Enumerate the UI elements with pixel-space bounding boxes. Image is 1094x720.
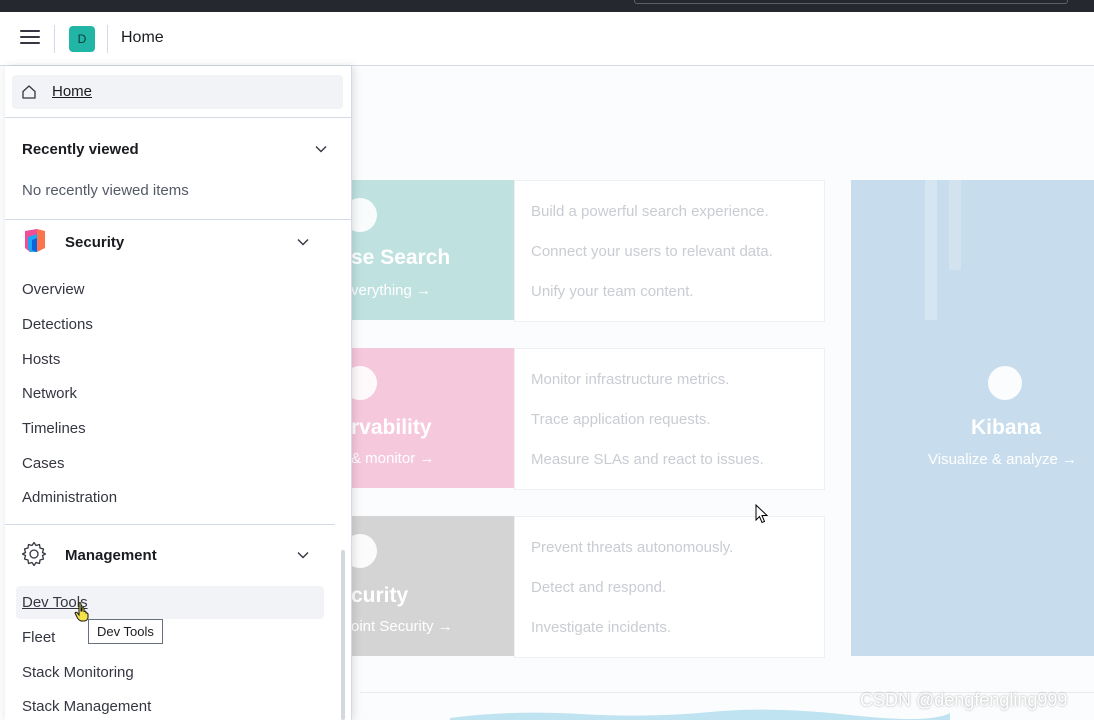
enterprise-search-card-image[interactable]: se Search verything → bbox=[343, 180, 514, 320]
nav-item-detections[interactable]: Detections bbox=[22, 316, 93, 333]
breadcrumb-home: Home bbox=[121, 29, 164, 46]
security-card-body: Prevent threats autonomously. Detect and… bbox=[514, 516, 825, 658]
card-description-line: Unify your team content. bbox=[531, 283, 694, 300]
observability-card-image[interactable]: rvability & monitor → bbox=[343, 348, 514, 488]
hamburger-line bbox=[20, 42, 40, 44]
space-avatar[interactable]: D bbox=[69, 26, 95, 52]
hamburger-line bbox=[20, 36, 40, 38]
card-description-line: Detect and respond. bbox=[531, 579, 667, 596]
chevron-down-icon[interactable] bbox=[314, 142, 328, 156]
nav-home-label[interactable]: Home bbox=[52, 83, 92, 100]
recently-viewed-empty-text: No recently viewed items bbox=[22, 182, 189, 199]
navigation-flyout: Home Recently viewed No recently viewed … bbox=[5, 66, 352, 720]
security-link[interactable]: oint Security → bbox=[351, 618, 453, 635]
card-description-line: Connect your users to relevant data. bbox=[531, 243, 773, 260]
security-section-title: Security bbox=[65, 234, 125, 251]
nav-divider bbox=[5, 219, 351, 220]
app-header: D Home bbox=[0, 12, 1094, 66]
card-description-line: Build a powerful search experience. bbox=[531, 203, 769, 220]
security-app-icon bbox=[25, 229, 45, 252]
nav-item-network[interactable]: Network bbox=[22, 385, 77, 402]
chevron-down-icon[interactable] bbox=[296, 548, 310, 562]
kibana-link[interactable]: Visualize & analyze → bbox=[928, 451, 1077, 468]
kibana-card-decoration bbox=[949, 180, 961, 270]
dev-tools-tooltip: Dev Tools bbox=[88, 619, 163, 644]
nav-item-stack-management[interactable]: Stack Management bbox=[22, 698, 151, 715]
nav-item-overview[interactable]: Overview bbox=[22, 281, 85, 298]
kibana-card-decoration bbox=[925, 180, 937, 320]
nav-item-administration[interactable]: Administration bbox=[22, 489, 117, 506]
enterprise-search-link[interactable]: verything → bbox=[351, 282, 431, 299]
hand-cursor-icon bbox=[74, 602, 89, 622]
browser-search-box[interactable] bbox=[634, 0, 1068, 4]
nav-item-timelines[interactable]: Timelines bbox=[22, 420, 86, 437]
nav-item-hosts[interactable]: Hosts bbox=[22, 351, 60, 368]
nav-scrollbar[interactable] bbox=[341, 550, 345, 720]
management-section-title: Management bbox=[65, 547, 157, 564]
card-description-line: Monitor infrastructure metrics. bbox=[531, 371, 730, 388]
arrow-cursor-icon bbox=[755, 504, 769, 524]
kibana-logo-icon bbox=[988, 366, 1022, 400]
watermark: CSDN @dengfengling999 bbox=[860, 690, 1068, 710]
browser-top-strip bbox=[0, 0, 1094, 12]
card-description-line: Prevent threats autonomously. bbox=[531, 539, 734, 556]
enterprise-search-title: se Search bbox=[351, 246, 451, 269]
observability-title: rvability bbox=[351, 416, 432, 439]
nav-divider bbox=[5, 524, 335, 525]
observability-card-body: Monitor infrastructure metrics. Trace ap… bbox=[514, 348, 825, 490]
recently-viewed-title: Recently viewed bbox=[22, 141, 139, 158]
hamburger-line bbox=[20, 30, 40, 32]
chevron-down-icon[interactable] bbox=[296, 235, 310, 249]
observability-link[interactable]: & monitor → bbox=[351, 450, 434, 467]
kibana-card[interactable]: Kibana Visualize & analyze → bbox=[851, 180, 1094, 656]
menu-toggle-button[interactable] bbox=[20, 30, 40, 46]
nav-divider bbox=[5, 117, 351, 118]
kibana-title: Kibana bbox=[971, 416, 1042, 439]
nav-item-cases[interactable]: Cases bbox=[22, 455, 65, 472]
security-title: curity bbox=[351, 584, 409, 607]
card-description-line: Investigate incidents. bbox=[531, 619, 672, 636]
nav-item-stack-monitoring[interactable]: Stack Monitoring bbox=[22, 664, 134, 681]
gear-icon bbox=[21, 541, 47, 567]
home-icon bbox=[22, 85, 36, 99]
security-card-image[interactable]: curity oint Security → bbox=[343, 516, 514, 656]
nav-home-item[interactable]: Home bbox=[12, 75, 343, 109]
header-divider bbox=[54, 25, 55, 53]
card-description-line: Trace application requests. bbox=[531, 411, 711, 428]
header-divider bbox=[107, 25, 108, 53]
card-description-line: Measure SLAs and react to issues. bbox=[531, 451, 764, 468]
nav-item-fleet[interactable]: Fleet bbox=[22, 629, 55, 646]
enterprise-search-card-body: Build a powerful search experience. Conn… bbox=[514, 180, 825, 322]
